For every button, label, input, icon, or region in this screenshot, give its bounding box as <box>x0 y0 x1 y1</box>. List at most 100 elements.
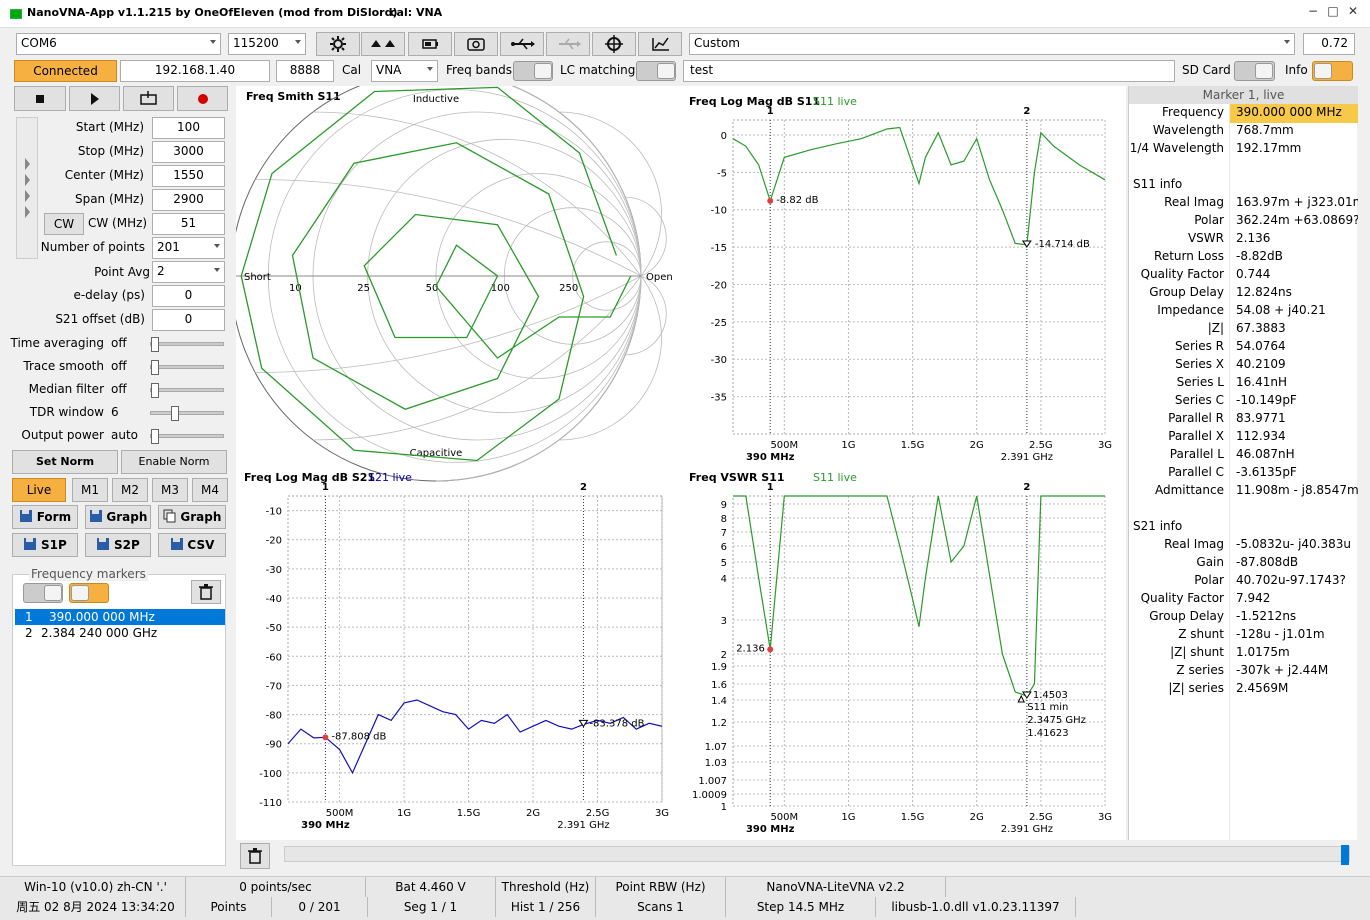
connect-button[interactable]: Connected <box>14 60 117 82</box>
cw-button[interactable]: CW <box>44 213 84 235</box>
port-select[interactable]: COM6 <box>16 33 221 55</box>
slider-thumb[interactable] <box>151 429 159 444</box>
avg-select[interactable]: 2 <box>152 261 225 283</box>
live-button[interactable]: Live <box>12 478 66 502</box>
info-key: Polar <box>1194 573 1224 587</box>
s11-title: Freq Log Mag dB S11 <box>689 95 820 108</box>
play-button[interactable] <box>69 86 120 111</box>
close-button[interactable]: ✕ <box>1343 4 1363 22</box>
usb-button[interactable] <box>500 32 544 56</box>
stop-button[interactable] <box>14 86 66 111</box>
preset-select[interactable]: Custom <box>689 33 1295 55</box>
s21-live-label: S21 live <box>368 471 412 484</box>
slider-track[interactable] <box>150 406 224 421</box>
vswr-ytick: 1.4 <box>711 696 727 707</box>
chevron-down-icon <box>295 40 301 44</box>
status-cell: NanoVNA-LiteVNA v2.2 <box>726 877 946 897</box>
s21-offset-field[interactable]: 0 <box>152 309 225 331</box>
status-cell: libusb-1.0.dll v1.0.23.11397 <box>876 897 1076 917</box>
ip-field[interactable]: 192.168.1.40 <box>120 60 270 82</box>
set-norm-button[interactable]: Set Norm <box>12 450 118 474</box>
save-csv-button[interactable]: CSV <box>158 533 226 557</box>
enable-norm-button[interactable]: Enable Norm <box>121 450 227 474</box>
record-button[interactable] <box>177 86 228 111</box>
freq-field[interactable]: 100 <box>152 117 225 139</box>
slider-thumb[interactable] <box>151 337 159 352</box>
freq-field[interactable]: 2900 <box>152 189 225 211</box>
maximize-button[interactable]: □ <box>1323 4 1343 22</box>
info-key: |Z| <box>1207 321 1224 335</box>
memory-button-m4[interactable]: M4 <box>192 478 228 502</box>
freq-field[interactable]: 51 <box>152 213 225 235</box>
slider-thumb[interactable] <box>151 383 159 398</box>
save-graph-button[interactable]: Graph <box>85 505 151 529</box>
slider-value: off <box>111 359 127 373</box>
baud-select[interactable]: 115200 <box>228 33 306 55</box>
pair-arrows-up-button[interactable] <box>361 32 405 56</box>
clear-button[interactable] <box>240 843 270 869</box>
scale-field[interactable]: 0.72 <box>1303 33 1355 55</box>
slider-track[interactable] <box>150 429 224 444</box>
points-select[interactable]: 201 <box>152 237 225 259</box>
slider-track[interactable] <box>150 360 224 375</box>
s21-ytick: -110 <box>259 798 282 809</box>
s21-xtick: 2G <box>526 808 540 819</box>
usb-disabled-button[interactable] <box>546 32 590 56</box>
marker-toggle-off[interactable] <box>23 583 63 603</box>
marker-index: 1 <box>25 610 33 624</box>
copy-graph-button[interactable]: Graph <box>158 505 226 529</box>
freq-bands-toggle[interactable] <box>513 61 553 81</box>
vswr-ytick: 1 <box>721 802 727 813</box>
crosshair-button[interactable] <box>592 32 636 56</box>
marker-freq: 390.000 000 MHz <box>49 610 155 624</box>
s21-title: Freq Log Mag dB S21 <box>244 471 375 484</box>
chart-button[interactable] <box>638 32 682 56</box>
points-label: Number of points <box>40 240 145 254</box>
settings-button[interactable] <box>316 32 360 56</box>
toggle-knob <box>534 63 552 79</box>
vswr-min-value: 1.41623 <box>1027 728 1068 739</box>
charts-svg[interactable]: Freq Smith S11 InductiveCapacitiveShort Op… <box>230 70 1126 840</box>
info-key: Parallel C <box>1168 465 1224 479</box>
info-value: 67.3883 <box>1236 321 1286 335</box>
baud-value: 115200 <box>233 36 279 50</box>
sdcard-toggle[interactable] <box>1234 61 1275 81</box>
freq-field[interactable]: 3000 <box>152 141 225 163</box>
memory-button-m1[interactable]: M1 <box>72 478 108 502</box>
slider-thumb[interactable] <box>151 360 159 375</box>
marker-row-1[interactable]: 1 390.000 000 MHz <box>15 609 225 625</box>
battery-button[interactable] <box>408 32 452 56</box>
save-s2p-button[interactable]: S2P <box>85 533 151 557</box>
minimize-button[interactable]: − <box>1303 4 1323 22</box>
slider-track[interactable] <box>150 337 224 352</box>
info-value: 390.000 000 MHz <box>1236 105 1342 119</box>
marker-row-2[interactable]: 2 2.384 240 000 GHz <box>15 625 225 641</box>
slider-label: Output power <box>21 428 104 442</box>
edelay-field[interactable]: 0 <box>152 285 225 307</box>
name-field[interactable]: test <box>683 60 1175 82</box>
info-value: -87.808dB <box>1236 555 1299 569</box>
s21-marker-number: 1 <box>322 482 329 493</box>
slider-thumb[interactable] <box>170 406 179 421</box>
save-s1p-button[interactable]: S1P <box>12 533 78 557</box>
slider-track[interactable] <box>150 383 224 398</box>
collapse-strip[interactable] <box>16 117 38 259</box>
camera-button[interactable] <box>454 32 498 56</box>
smith-label-inductive: Inductive <box>413 94 459 105</box>
info-toggle[interactable] <box>1312 61 1353 81</box>
save-form-button[interactable]: Form <box>12 505 78 529</box>
lc-matching-toggle[interactable] <box>636 61 676 81</box>
ip-port-field[interactable]: 8888 <box>276 60 334 82</box>
s11-ytick: -35 <box>711 393 727 404</box>
s11-xtick: 2.5G <box>1029 440 1053 451</box>
memory-button-m2[interactable]: M2 <box>112 478 148 502</box>
status-cell: Points <box>186 897 272 917</box>
memory-button-m3[interactable]: M3 <box>152 478 188 502</box>
marker-toggle-on[interactable] <box>69 583 109 603</box>
single-sweep-button[interactable] <box>123 86 174 111</box>
freq-field[interactable]: 1550 <box>152 165 225 187</box>
s11-xtick: 1.5G <box>901 440 925 451</box>
s11-ytick: -10 <box>711 206 727 217</box>
cal-select[interactable]: VNA <box>371 60 438 82</box>
delete-marker-button[interactable] <box>191 580 221 604</box>
